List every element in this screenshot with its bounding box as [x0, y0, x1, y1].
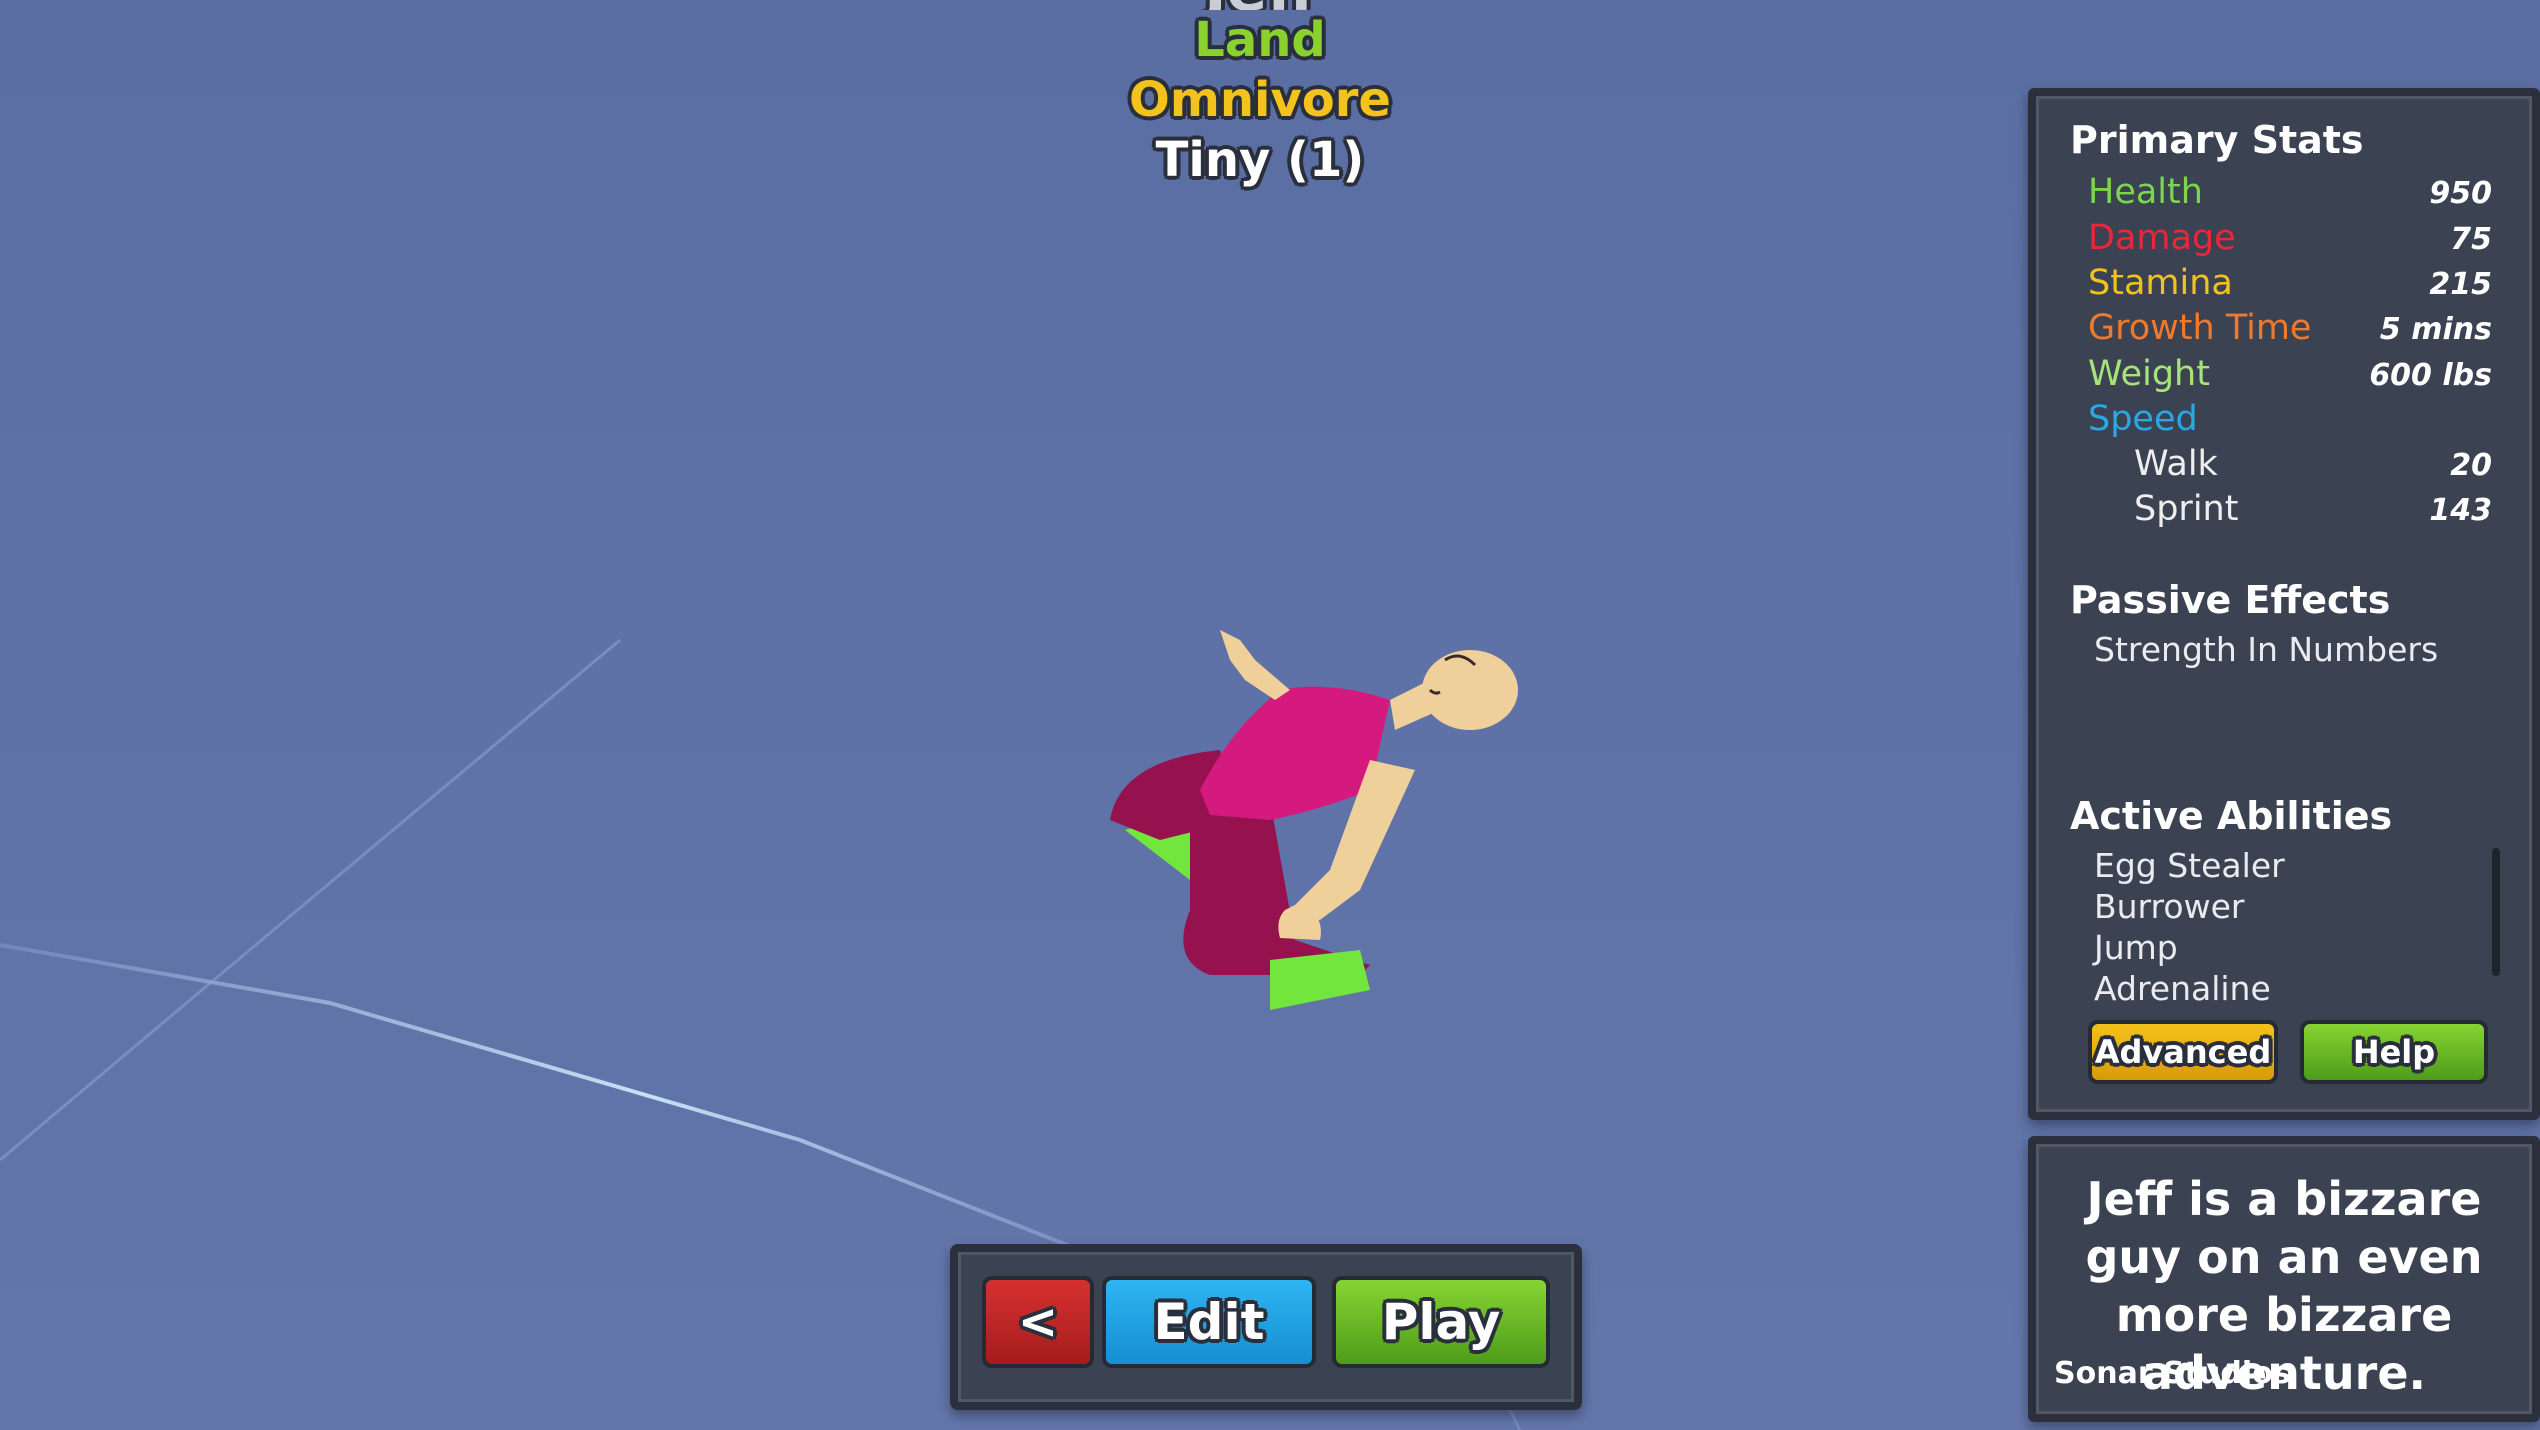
stat-health-value: 950 [2429, 176, 2492, 211]
stat-stamina-value: 215 [2429, 267, 2492, 302]
stat-walk-value: 20 [2450, 448, 2492, 483]
stat-damage-value: 75 [2450, 222, 2492, 257]
description-panel: Jeff is a bizzare guy on an even more bi… [2028, 1136, 2540, 1422]
stat-walk: Walk 20 [2088, 444, 2492, 488]
primary-stats-heading: Primary Stats [2070, 118, 2364, 162]
help-button[interactable]: Help [2300, 1020, 2488, 1084]
stat-damage-label: Damage [2088, 218, 2236, 258]
character-model [1110, 630, 1518, 1010]
creature-name: Jeff [1060, 0, 1460, 10]
ability-item: Adrenaline [2094, 969, 2271, 1008]
advanced-button[interactable]: Advanced [2088, 1020, 2278, 1084]
active-abilities-heading: Active Abilities [2070, 794, 2393, 838]
back-button-label: < [1017, 1294, 1059, 1350]
stat-growth-time-value: 5 mins [2379, 312, 2492, 347]
stat-weight-value: 600 lbs [2369, 358, 2492, 393]
stat-weight-label: Weight [2088, 354, 2210, 394]
stat-walk-label: Walk [2134, 444, 2218, 484]
stat-speed: Speed [2088, 399, 2492, 443]
action-bar: < Edit Play [950, 1244, 1582, 1410]
active-abilities-list[interactable]: Egg Stealer Burrower Jump Adrenaline [2036, 836, 2516, 1008]
help-button-label: Help [2352, 1033, 2436, 1071]
edit-button[interactable]: Edit [1102, 1276, 1316, 1368]
ability-item: Burrower [2094, 887, 2245, 926]
creator-name: Sonar Studios [2054, 1356, 2291, 1391]
stat-speed-label: Speed [2088, 399, 2198, 439]
stat-health-label: Health [2088, 172, 2203, 212]
stat-growth-time: Growth Time 5 mins [2088, 308, 2492, 352]
passive-effects-heading: Passive Effects [2070, 578, 2391, 622]
play-button-label: Play [1381, 1293, 1501, 1351]
abilities-scrollbar[interactable] [2492, 848, 2500, 976]
ability-item: Jump [2094, 928, 2178, 967]
stat-sprint-label: Sprint [2134, 489, 2239, 529]
habitat-label: Land [1194, 12, 1326, 68]
stat-health: Health 950 [2088, 172, 2492, 216]
edit-button-label: Edit [1153, 1293, 1265, 1351]
stat-growth-time-label: Growth Time [2088, 308, 2312, 348]
stats-panel: Primary Stats Health 950 Damage 75 Stami… [2028, 88, 2540, 1120]
advanced-button-label: Advanced [2094, 1033, 2272, 1071]
stat-damage: Damage 75 [2088, 218, 2492, 262]
size-label: Tiny (1) [1155, 132, 1365, 188]
ability-item: Egg Stealer [2094, 846, 2285, 885]
stat-sprint: Sprint 143 [2088, 489, 2492, 533]
stat-stamina: Stamina 215 [2088, 263, 2492, 307]
play-button[interactable]: Play [1332, 1276, 1550, 1368]
stat-weight: Weight 600 lbs [2088, 354, 2492, 398]
creature-title-block: Jeff Land Omnivore Tiny (1) [1060, 0, 1460, 190]
back-button[interactable]: < [982, 1276, 1094, 1368]
diet-label: Omnivore [1129, 72, 1391, 128]
passive-effect-item: Strength In Numbers [2094, 630, 2439, 669]
stat-sprint-value: 143 [2429, 493, 2492, 528]
stat-stamina-label: Stamina [2088, 263, 2233, 303]
